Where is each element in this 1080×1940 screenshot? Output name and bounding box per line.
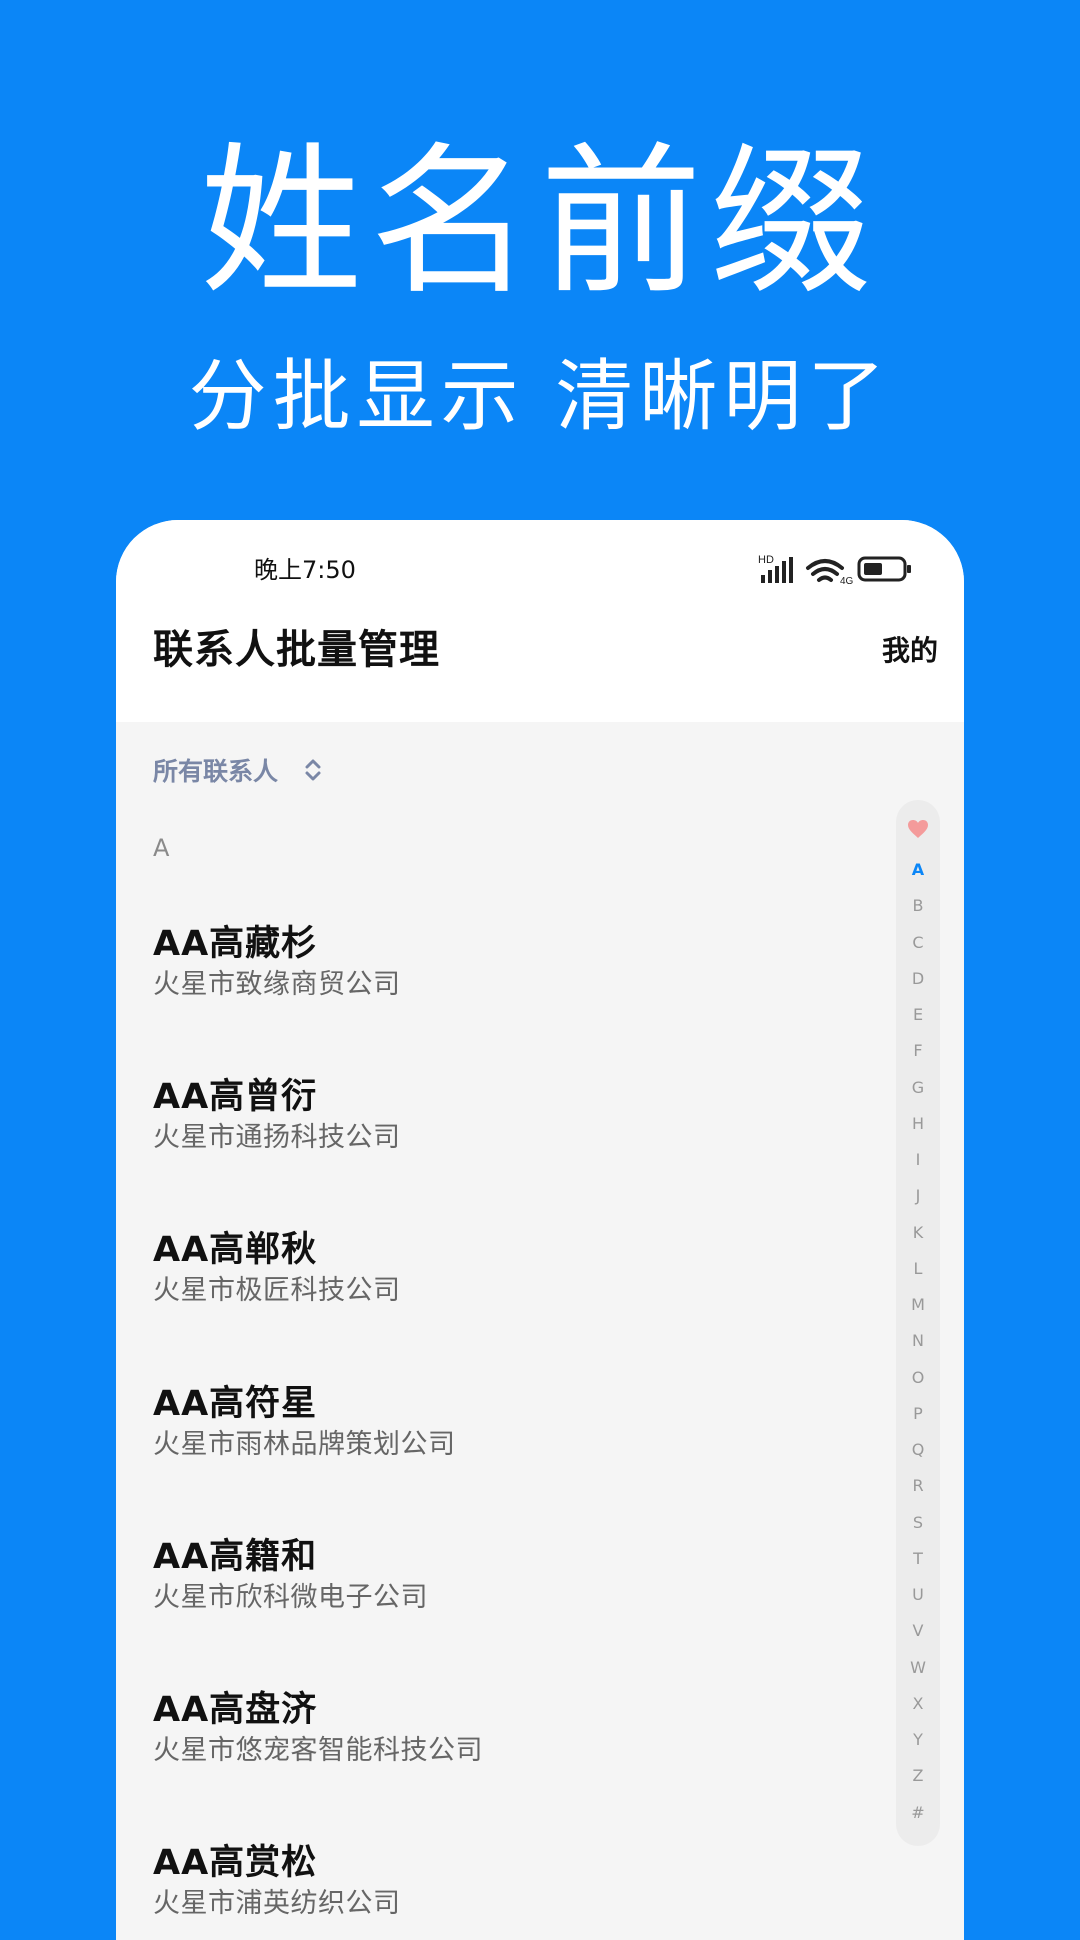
alphabet-index-y[interactable]: Y — [896, 1730, 940, 1750]
status-time: 晚上7:50 — [254, 556, 356, 584]
contact-company: 火星市致缘商贸公司 — [153, 969, 401, 1000]
alphabet-index-b[interactable]: B — [896, 896, 940, 916]
promo-title: 姓名前缀 — [200, 129, 880, 317]
alphabet-index-c[interactable]: C — [896, 933, 940, 953]
contact-name: AA高符星 — [153, 1384, 318, 1424]
promo-subtitle: 分批显示 清晰明了 — [188, 352, 892, 442]
contact-list-item[interactable]: AA高郸秋 火星市极匠科技公司 — [153, 1228, 833, 1310]
alphabet-index-k[interactable]: K — [896, 1223, 940, 1243]
contact-company: 火星市雨林品牌策划公司 — [153, 1429, 456, 1460]
status-icons-svg: HD 4G — [758, 554, 911, 587]
my-button[interactable]: 我的 — [882, 631, 938, 671]
page-title: 联系人批量管理 — [153, 627, 440, 673]
alphabet-index-n[interactable]: N — [896, 1331, 940, 1351]
alphabet-index-s[interactable]: S — [896, 1513, 940, 1533]
alphabet-index-p[interactable]: P — [896, 1404, 940, 1424]
alphabet-index-m[interactable]: M — [896, 1295, 940, 1315]
network-label: HD — [758, 554, 774, 566]
contact-company: 火星市极匠科技公司 — [153, 1275, 401, 1306]
alphabet-index-g[interactable]: G — [896, 1078, 940, 1098]
contact-filter-dropdown[interactable]: 所有联系人 — [153, 750, 322, 790]
alphabet-index-h[interactable]: H — [896, 1114, 940, 1134]
alphabet-index-o[interactable]: O — [896, 1368, 940, 1388]
contact-name: AA高郸秋 — [153, 1230, 318, 1270]
contact-list-item[interactable]: AA高籍和 火星市欣科微电子公司 — [153, 1535, 833, 1617]
favorites-heart-icon[interactable] — [907, 819, 929, 839]
alphabet-index-e[interactable]: E — [896, 1005, 940, 1025]
section-letter-a: A — [153, 834, 170, 862]
alphabet-index-f[interactable]: F — [896, 1041, 940, 1061]
contact-name: AA高赏松 — [153, 1843, 318, 1883]
chevron-up-down-icon — [305, 759, 321, 781]
contact-list-item[interactable]: AA高盘济 火星市悠宠客智能科技公司 — [153, 1688, 833, 1770]
alphabet-index-j[interactable]: J — [896, 1186, 940, 1206]
battery-icon — [857, 556, 911, 582]
wifi-icon — [806, 559, 844, 582]
contact-name: AA高藏杉 — [153, 924, 318, 964]
contact-company: 火星市浦英纺织公司 — [153, 1888, 401, 1919]
status-icons: HD 4G — [758, 550, 918, 590]
contact-list-item[interactable]: AA高藏杉 火星市致缘商贸公司 — [153, 922, 833, 1004]
contact-company: 火星市欣科微电子公司 — [153, 1582, 428, 1613]
alphabet-index-d[interactable]: D — [896, 969, 940, 989]
contact-list-item[interactable]: AA高符星 火星市雨林品牌策划公司 — [153, 1382, 833, 1464]
alphabet-index-r[interactable]: R — [896, 1476, 940, 1496]
alphabet-index-t[interactable]: T — [896, 1549, 940, 1569]
contact-company: 火星市悠宠客智能科技公司 — [153, 1735, 483, 1766]
contact-name: AA高曾衍 — [153, 1077, 318, 1117]
alphabet-index-q[interactable]: Q — [896, 1440, 940, 1460]
alphabet-index-l[interactable]: L — [896, 1259, 940, 1279]
alphabet-index-i[interactable]: I — [896, 1150, 940, 1170]
alphabet-index-a[interactable]: A — [896, 860, 940, 880]
alphabet-index-v[interactable]: V — [896, 1621, 940, 1641]
contact-filter-label: 所有联系人 — [153, 757, 279, 786]
alphabet-index-u[interactable]: U — [896, 1585, 940, 1605]
alphabet-index-w[interactable]: W — [896, 1658, 940, 1678]
contact-company: 火星市通扬科技公司 — [153, 1122, 401, 1153]
phone-screen: 晚上7:50 HD 4G 联系人批量管理 我的 所有联系人 A AA高藏杉 火星… — [116, 520, 964, 1940]
promo-banner: 姓名前缀 分批显示 清晰明了 — [0, 0, 1080, 520]
alphabet-index-x[interactable]: X — [896, 1694, 940, 1714]
alphabet-index[interactable]: A B C D E F G H I J K L M N O P Q R S T U V W X Y Z # — [896, 800, 940, 1846]
contact-name: AA高籍和 — [153, 1537, 318, 1577]
contact-list-item[interactable]: AA高赏松 火星市浦英纺织公司 — [153, 1841, 833, 1923]
contact-list-item[interactable]: AA高曾衍 火星市通扬科技公司 — [153, 1075, 833, 1157]
phone-header-area: 晚上7:50 HD 4G 联系人批量管理 我的 — [116, 520, 964, 722]
alphabet-index-z[interactable]: Z — [896, 1766, 940, 1786]
network-type-label: 4G — [840, 576, 854, 587]
alphabet-index-hash[interactable]: # — [896, 1803, 940, 1823]
contact-name: AA高盘济 — [153, 1690, 318, 1730]
